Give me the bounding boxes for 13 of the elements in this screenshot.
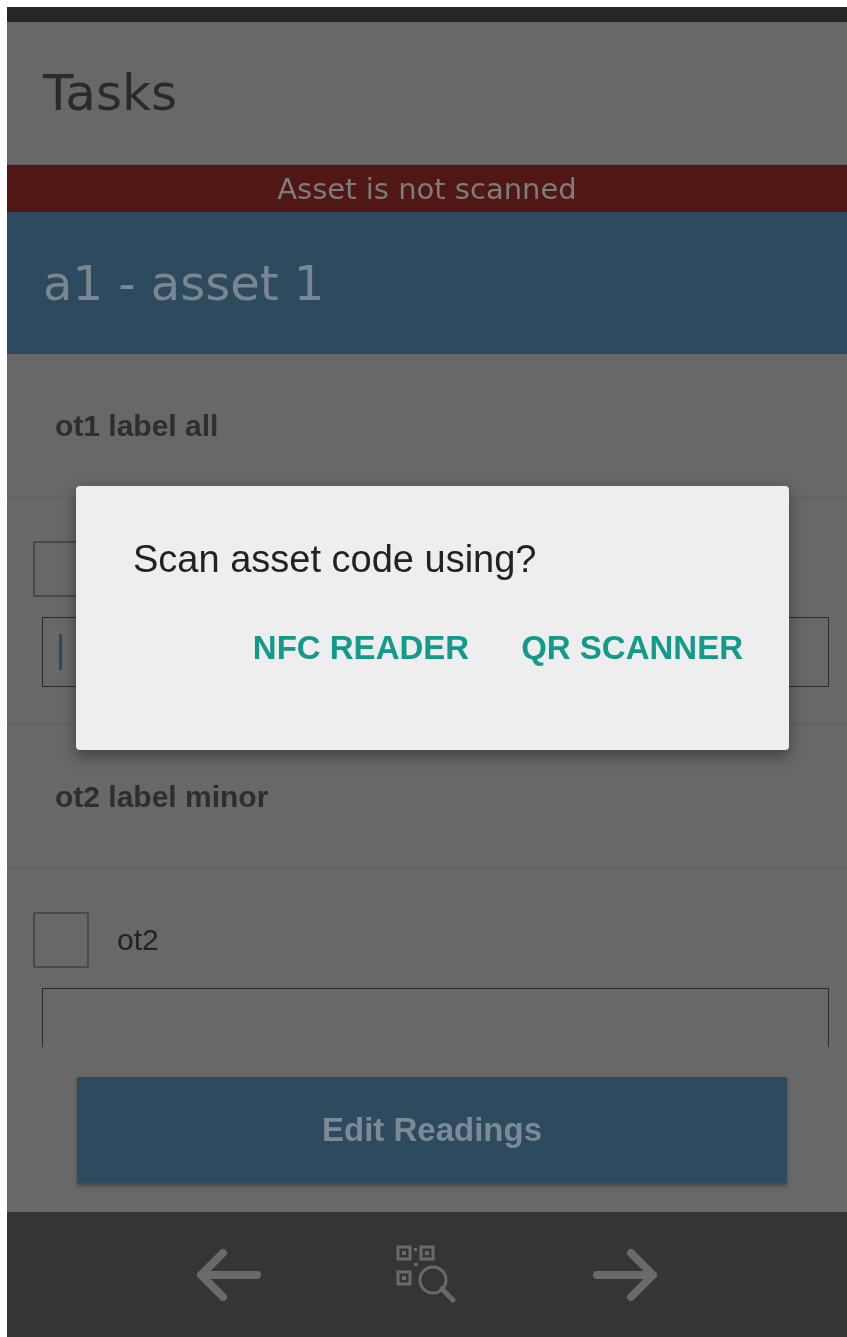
warning-text: Asset is not scanned: [277, 171, 577, 206]
dialog-action-button[interactable]: NFC READER: [246, 621, 476, 675]
dialog-title: Scan asset code using?: [133, 538, 538, 581]
edit-readings-button[interactable]: Edit Readings: [77, 1076, 787, 1183]
checkbox-label: ot2: [117, 923, 159, 957]
section-label: ot2 label minor: [55, 779, 269, 814]
page-title: Tasks: [43, 64, 177, 122]
dialog-action-button[interactable]: QR SCANNER: [515, 621, 749, 675]
checkbox[interactable]: [33, 912, 89, 968]
section-label: ot1 label all: [55, 408, 219, 443]
qr-search-icon[interactable]: [396, 1244, 458, 1305]
asset-title: a1 - asset 1: [43, 255, 325, 311]
input-field[interactable]: [42, 988, 829, 1047]
